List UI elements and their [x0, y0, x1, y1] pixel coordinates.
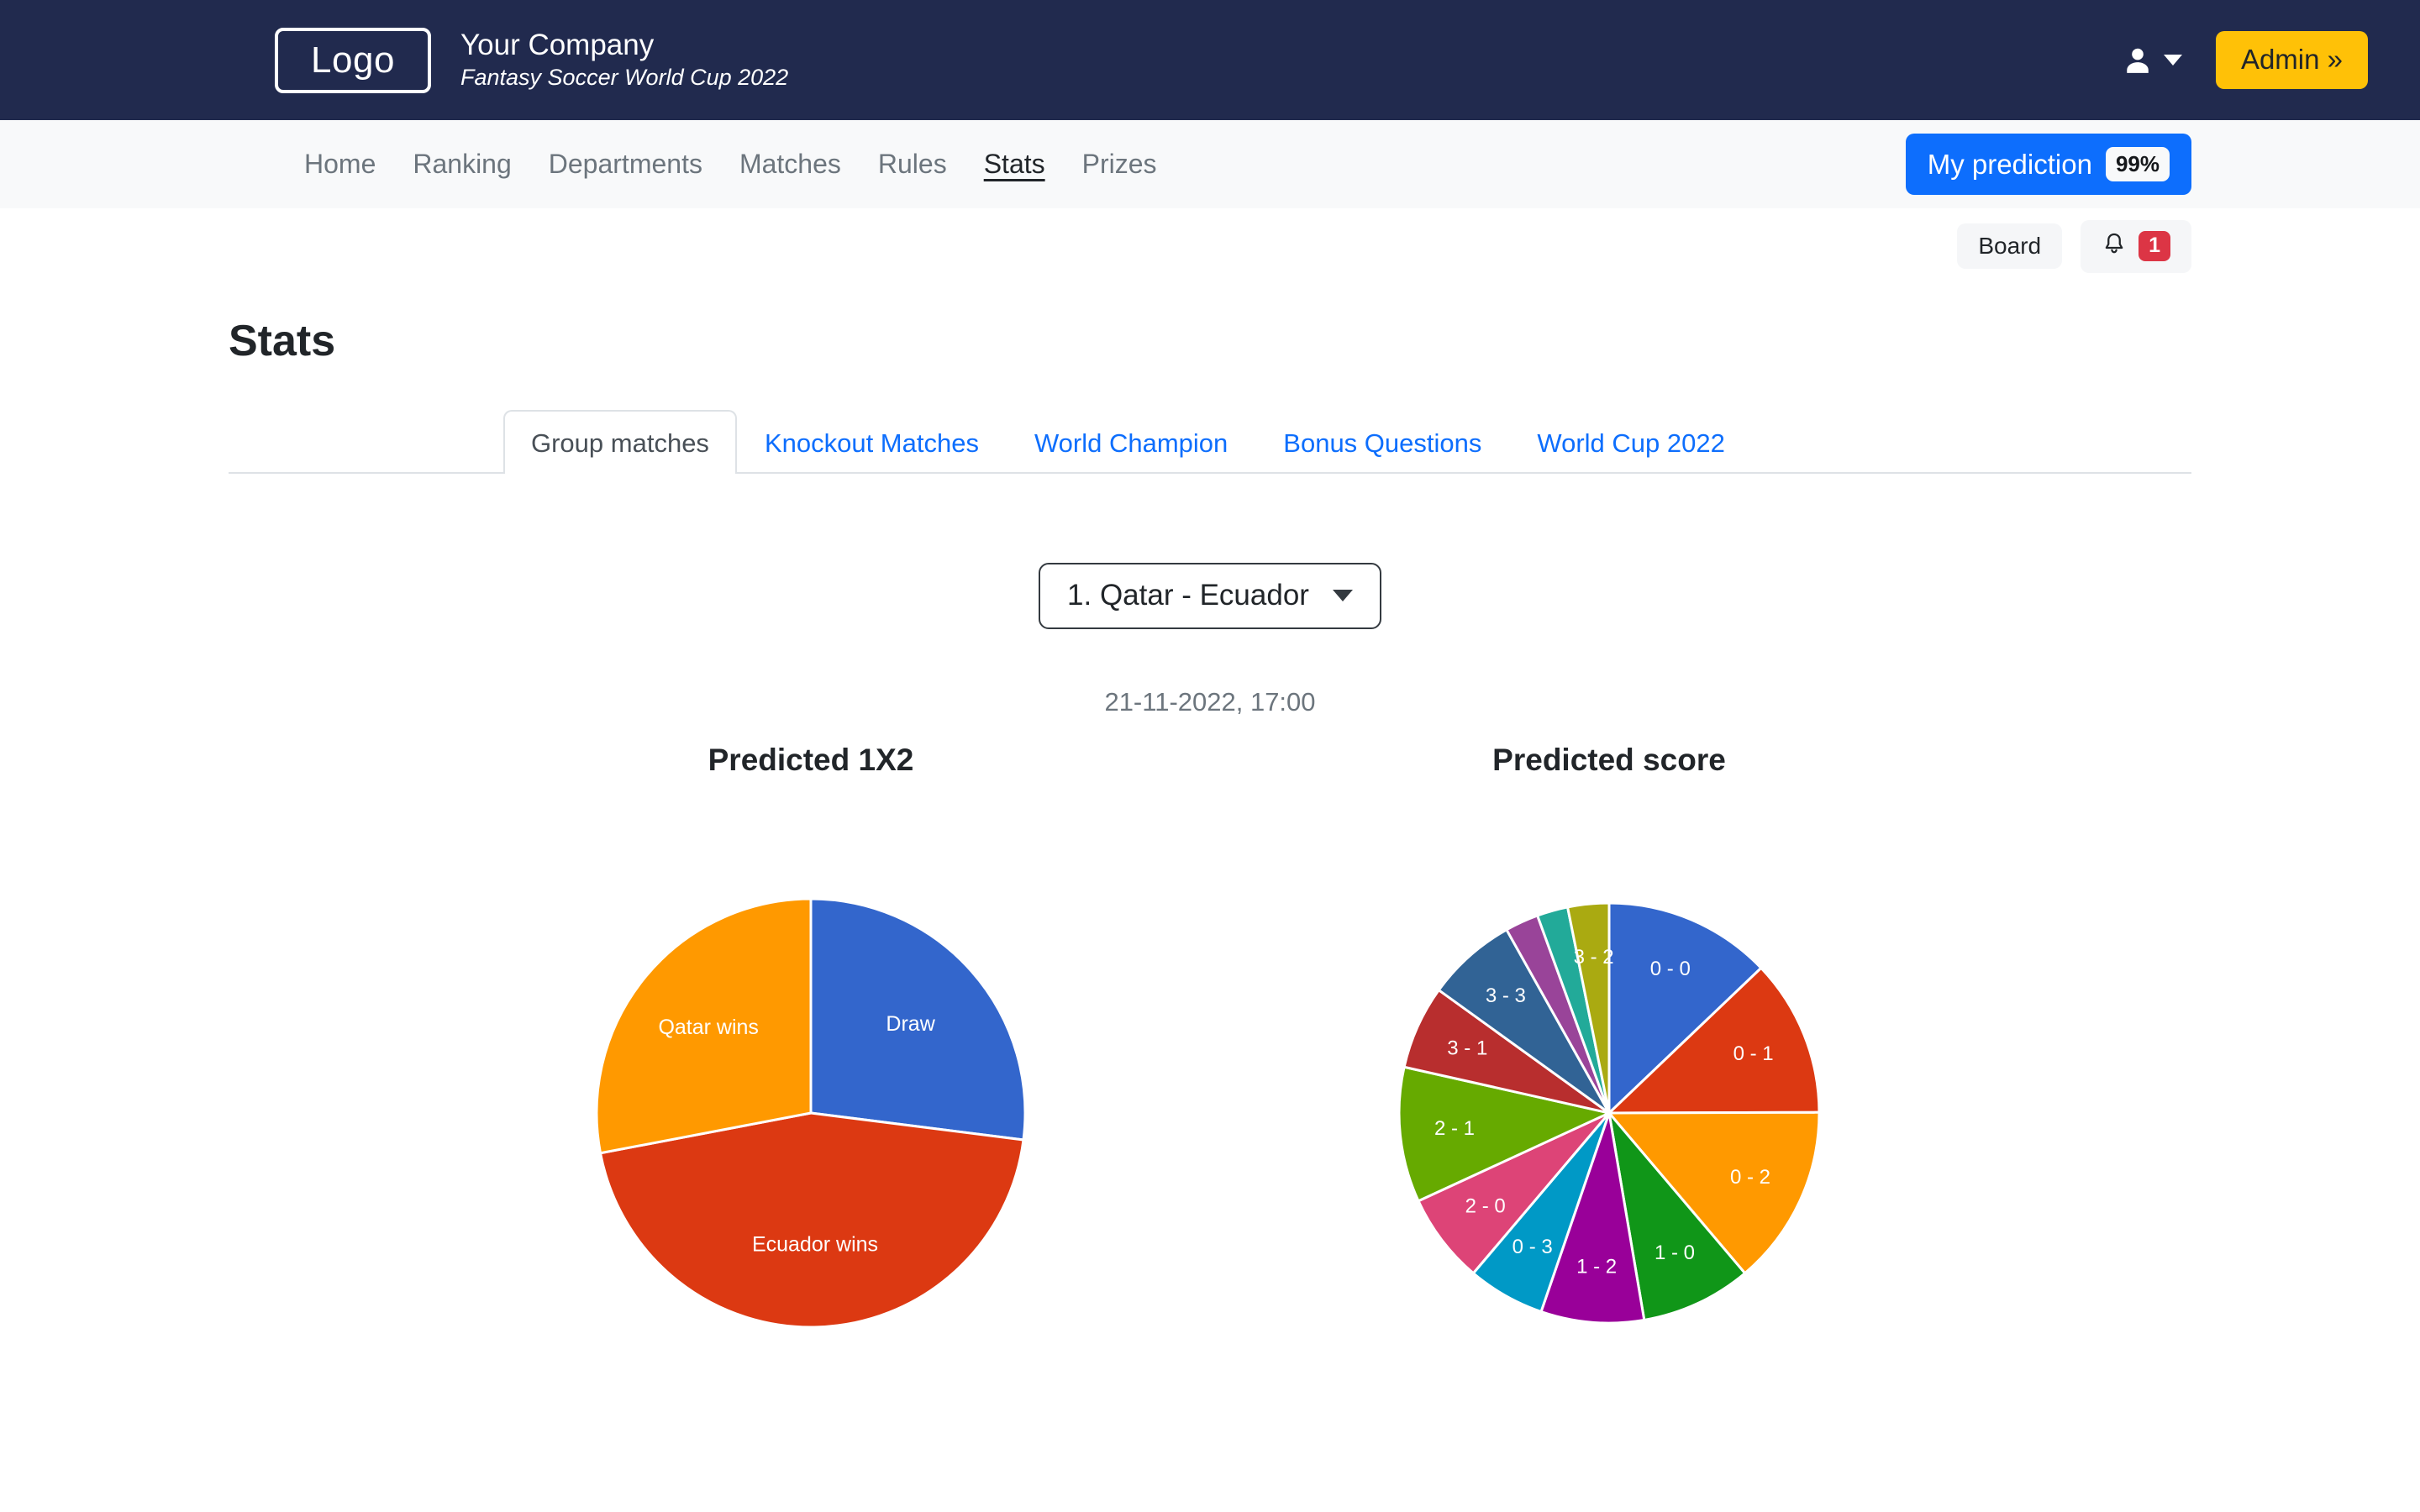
pie-slice-label: 3 - 3 — [1486, 984, 1526, 1007]
charts-container: Predicted 1X2 Draw Ecuador wins Qatar wins… — [229, 743, 2191, 1428]
pie-slice-label: 0 - 0 — [1650, 958, 1691, 980]
pie-slice-label: 2 - 1 — [1434, 1117, 1475, 1140]
stats-tabs: Group matches Knockout Matches World Cha… — [229, 410, 2191, 474]
chart-predicted-score: Predicted score 0 - 0 0 - 1 0 - 2 1 - 0 1 - … — [1210, 743, 2008, 1428]
nav-item-matches[interactable]: Matches — [721, 149, 860, 180]
company-tagline: Fantasy Soccer World Cup 2022 — [460, 65, 789, 91]
match-select-value: 1. Qatar - Ecuador — [1067, 579, 1309, 612]
match-select-row: 1. Qatar - Ecuador — [229, 563, 2191, 629]
chart-title: Predicted 1X2 — [708, 743, 914, 777]
pie-slice-label: 0 - 2 — [1730, 1166, 1770, 1189]
chevron-down-icon — [1332, 589, 1353, 601]
match-select-dropdown[interactable]: 1. Qatar - Ecuador — [1039, 563, 1381, 629]
tab-world-champion[interactable]: World Champion — [1007, 410, 1255, 474]
nav-item-stats[interactable]: Stats — [965, 149, 1064, 180]
pie-slice-label: Qatar wins — [658, 1016, 758, 1039]
company-name: Your Company — [460, 29, 655, 62]
board-button[interactable]: Board — [1957, 223, 2063, 269]
bell-icon — [2102, 231, 2127, 262]
my-prediction-percent-badge: 99% — [2105, 147, 2170, 181]
match-datetime: 21-11-2022, 17:00 — [1104, 687, 1316, 717]
pie-slice-label: 3 - 2 — [1574, 946, 1614, 969]
tab-bonus-questions[interactable]: Bonus Questions — [1255, 410, 1509, 474]
user-menu-dropdown[interactable] — [2123, 45, 2182, 76]
brand-text: Your Company Fantasy Soccer World Cup 20… — [460, 29, 788, 92]
pie-slice-label: 0 - 1 — [1733, 1042, 1774, 1065]
nav-item-departments[interactable]: Departments — [530, 149, 721, 180]
tab-knockout-matches[interactable]: Knockout Matches — [737, 410, 1007, 474]
pie-slice-label: 1 - 2 — [1576, 1256, 1617, 1278]
tab-world-cup-2022[interactable]: World Cup 2022 — [1509, 410, 1752, 474]
nav-item-ranking[interactable]: Ranking — [394, 149, 529, 180]
pie-slice-label: Draw — [886, 1012, 935, 1036]
page-title: Stats — [229, 317, 336, 365]
pie-slice-label: 3 - 1 — [1447, 1037, 1487, 1059]
header-right-controls: Admin » — [2123, 31, 2368, 89]
notifications-button[interactable]: 1 — [2081, 219, 2191, 273]
chart-title: Predicted score — [1492, 743, 1726, 777]
admin-button[interactable]: Admin » — [2215, 31, 2368, 89]
nav-item-rules[interactable]: Rules — [860, 149, 965, 180]
pie-slice-label: Ecuador wins — [752, 1233, 878, 1257]
nav-item-prizes[interactable]: Prizes — [1064, 149, 1176, 180]
my-prediction-button[interactable]: My prediction 99% — [1905, 134, 2191, 195]
chevron-down-icon — [2163, 55, 2182, 66]
logo-box[interactable]: Logo — [275, 27, 431, 93]
brand: Logo Your Company Fantasy Soccer World C… — [275, 27, 788, 93]
nav-item-home[interactable]: Home — [286, 149, 394, 180]
top-header-bar: Logo Your Company Fantasy Soccer World C… — [0, 0, 2420, 120]
page-content: Stats Group matches Knockout Matches Wor… — [0, 316, 2420, 1428]
tab-group-matches[interactable]: Group matches — [503, 410, 737, 474]
secondary-toolbar: Board 1 — [0, 208, 2420, 276]
pie-slice-label: 1 - 0 — [1655, 1242, 1695, 1264]
pie-chart-predicted-score: 0 - 0 0 - 1 0 - 2 1 - 0 1 - 2 0 - 3 2 - 0 2 - 1… — [1397, 901, 1821, 1325]
chart-predicted-1x2: Predicted 1X2 Draw Ecuador wins Qatar wins — [412, 743, 1210, 1428]
nav-links: Home Ranking Departments Matches Rules S… — [286, 149, 1176, 180]
pie-chart-predicted-1x2: Draw Ecuador wins Qatar wins — [595, 897, 1027, 1329]
pie-slice-label: 0 - 3 — [1512, 1236, 1553, 1258]
notification-count-badge: 1 — [2139, 231, 2170, 261]
pie-slice-label: 2 - 0 — [1465, 1194, 1506, 1217]
main-navbar: Home Ranking Departments Matches Rules S… — [0, 120, 2420, 208]
my-prediction-label: My prediction — [1927, 149, 2092, 180]
pie-slice[interactable] — [598, 1111, 1025, 1329]
user-icon — [2123, 45, 2152, 76]
